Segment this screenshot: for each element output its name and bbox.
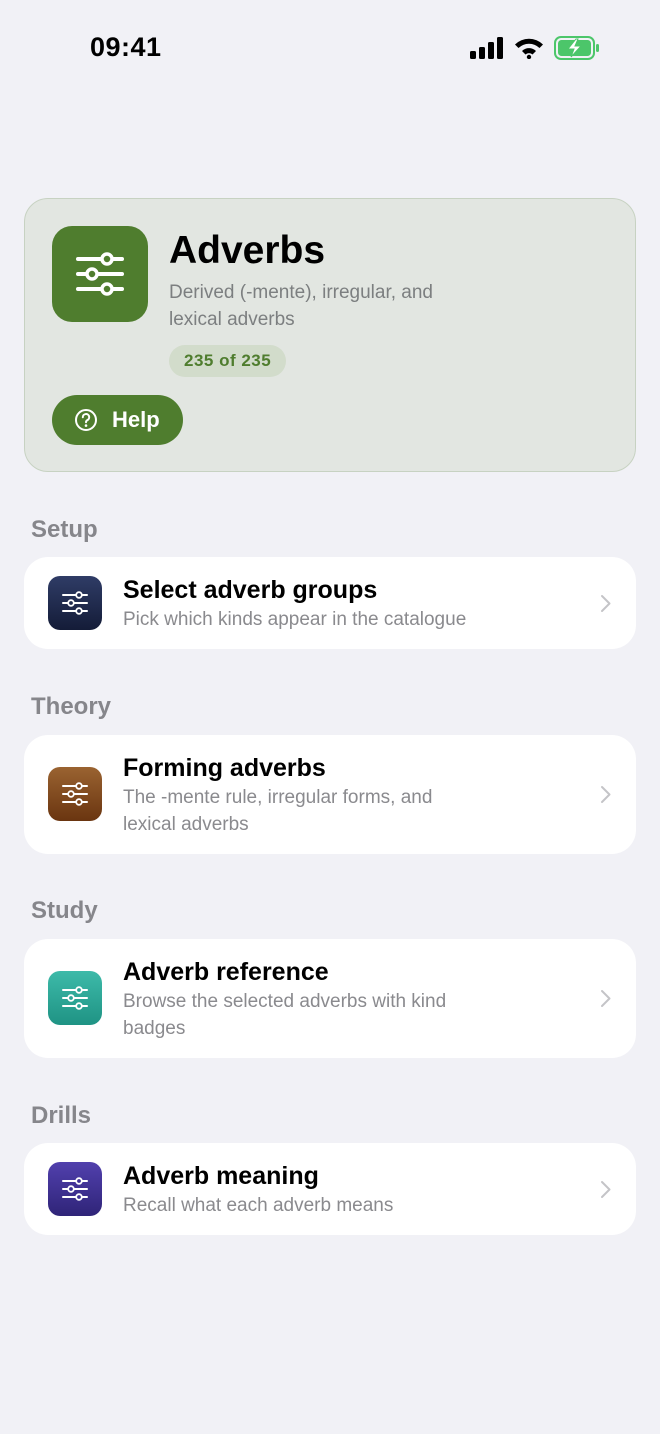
- hero-subtitle: Derived (-mente), irregular, and lexical…: [169, 282, 433, 330]
- battery-charging-icon: [554, 36, 599, 60]
- forming-adverbs-row[interactable]: Forming adverbs The -mente rule, irregul…: [24, 735, 636, 854]
- row-icon-tile: [48, 767, 102, 821]
- chevron-right-icon: [601, 990, 611, 1007]
- sliders-icon: [62, 986, 88, 1010]
- row-icon-tile: [48, 971, 102, 1025]
- row-title: Forming adverbs: [123, 754, 326, 782]
- section-header-study: Study: [31, 897, 98, 924]
- wifi-icon: [515, 38, 543, 59]
- sliders-icon: [76, 252, 124, 296]
- adverb-reference-row[interactable]: Adverb reference Browse the selected adv…: [24, 939, 636, 1058]
- row-subtitle: Recall what each adverb means: [123, 1195, 394, 1216]
- sliders-icon: [62, 1177, 88, 1201]
- hero-app-icon: [52, 226, 148, 322]
- help-button[interactable]: Help: [52, 395, 183, 445]
- select-adverb-groups-row[interactable]: Select adverb groups Pick which kinds ap…: [24, 557, 636, 649]
- status-bar: 09:41: [0, 0, 660, 96]
- chevron-right-icon: [601, 595, 611, 612]
- section-header-drills: Drills: [31, 1102, 92, 1129]
- help-label: Help: [112, 407, 160, 432]
- question-circle-icon: [75, 409, 97, 431]
- chevron-right-icon: [601, 1181, 611, 1198]
- adverb-meaning-row[interactable]: Adverb meaning Recall what each adverb m…: [24, 1143, 636, 1235]
- row-subtitle: Browse the selected adverbs with kind ba…: [123, 991, 447, 1039]
- row-icon-tile: [48, 1162, 102, 1216]
- row-subtitle: The -mente rule, irregular forms, and le…: [123, 787, 433, 835]
- row-subtitle: Pick which kinds appear in the catalogue: [123, 609, 467, 630]
- page-title: Adverbs: [169, 229, 326, 272]
- hero-card: Adverbs Derived (-mente), irregular, and…: [24, 198, 636, 472]
- row-title: Select adverb groups: [123, 576, 378, 604]
- row-title: Adverb meaning: [123, 1162, 319, 1190]
- sliders-icon: [62, 591, 88, 615]
- row-title: Adverb reference: [123, 958, 329, 986]
- row-icon-tile: [48, 576, 102, 630]
- cellular-signal-icon: [470, 37, 503, 59]
- chevron-right-icon: [601, 786, 611, 803]
- section-header-theory: Theory: [31, 693, 112, 720]
- section-header-setup: Setup: [31, 516, 98, 543]
- status-time: 09:41: [90, 32, 162, 62]
- status-icons: [470, 34, 600, 62]
- count-badge: 235 of 235: [169, 345, 287, 377]
- sliders-icon: [62, 782, 88, 806]
